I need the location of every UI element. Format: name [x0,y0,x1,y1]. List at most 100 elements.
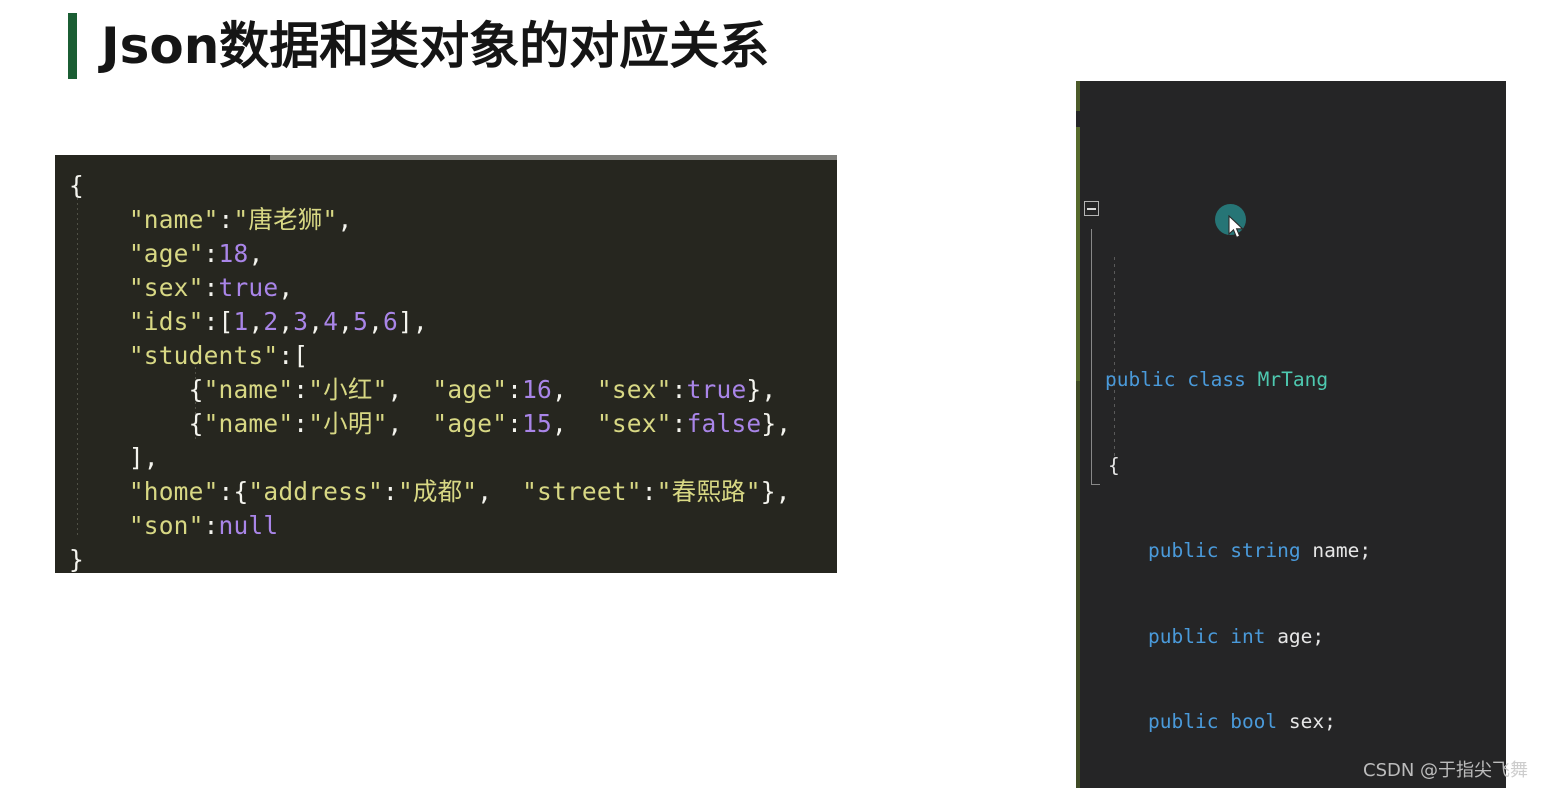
csdn-watermark: CSDN @于指尖飞舞 [1363,760,1529,781]
json-comma: , [338,307,354,336]
json-colon: : [278,341,294,370]
json-ids-item: 2 [263,307,279,336]
json-key-sex: "sex" [128,273,204,302]
json-colon: : [218,205,234,234]
indent-guide [1114,257,1115,457]
json-comma: , [387,375,433,404]
json-key-ids: "ids" [128,307,204,336]
json-value-sex: true [218,273,279,302]
field-name: sex [1288,710,1325,733]
json-colon: : [507,409,523,438]
json-comma: , [387,409,433,438]
json-ids-item: 4 [323,307,339,336]
json-key-address: "address" [248,477,383,506]
json-colon: : [293,375,309,404]
field-name: name [1312,539,1360,562]
json-code-panel: { "name":"唐老狮", "age":18, "sex":true, "i… [55,155,837,573]
json-value-name: "唐老狮" [233,205,338,234]
json-object-close: }, [761,409,792,438]
json-comma: , [248,307,264,336]
json-students-array-close: ], [128,443,159,472]
json-array-open: [ [293,341,309,370]
json-open-brace: { [69,171,84,200]
json-code-text: { "name":"唐老狮", "age":18, "sex":true, "i… [55,155,837,573]
json-key-home: "home" [128,477,219,506]
open-brace-line: { [1076,452,1506,481]
json-key-name: "name" [203,375,294,404]
json-value-age: 18 [218,239,249,268]
json-comma: , [278,273,294,302]
json-object-open: { [188,409,204,438]
json-ids-item: 3 [293,307,309,336]
mouse-pointer-icon [1228,215,1244,239]
keyword-public: public [1105,368,1176,391]
json-value-name: "小明" [308,409,388,438]
keyword-public: public [1148,710,1219,733]
json-value-sex: true [686,375,747,404]
field-type: int [1230,624,1266,648]
json-colon: : [671,375,687,404]
json-ids-item: 6 [383,307,398,336]
json-key-sex: "sex" [596,409,672,438]
class-declaration-line: public class MrTang [1076,366,1506,395]
keyword-class: class [1187,368,1246,391]
json-colon: : [203,307,219,336]
json-colon: : [203,273,219,302]
json-colon: : [203,511,219,540]
json-value-son: null [218,511,279,540]
json-colon: : [382,477,398,506]
json-key-name: "name" [203,409,294,438]
json-value-age: 15 [522,409,553,438]
semicolon: ; [1324,710,1336,733]
json-comma: , [337,205,353,234]
json-comma: , [308,307,324,336]
field-line: public int age; [1076,623,1506,652]
open-brace: { [1108,453,1120,477]
keyword-public: public [1148,624,1219,648]
field-type: string [1230,539,1301,562]
page-title-block: Json数据和类对象的对应关系 [68,12,769,80]
json-ids-item: 5 [353,307,369,336]
keyword-public: public [1148,539,1219,562]
json-object-open: { [188,375,204,404]
json-comma: , [552,409,597,438]
json-colon: : [641,477,657,506]
json-key-students: "students" [128,341,279,370]
class-name: MrTang [1257,368,1329,391]
json-value-age: 16 [522,375,553,404]
json-colon: : [671,409,687,438]
title-accent-bar [68,13,77,79]
csharp-code-panel: public class MrTang { public string name… [1076,81,1506,788]
json-key-age: "age" [432,375,508,404]
semicolon: ; [1312,624,1325,648]
json-value-name: "小红" [308,375,388,404]
json-comma: , [368,307,384,336]
csharp-code-text: public class MrTang { public string name… [1076,81,1506,788]
class-block-mrtang: public class MrTang { public string name… [1076,195,1506,788]
json-comma: , [552,375,597,404]
json-colon: : [203,239,219,268]
json-object-close: }, [760,477,791,506]
block-bracket [1091,229,1100,485]
json-object-close: }, [746,375,777,404]
json-comma: , [248,239,264,268]
json-key-sex: "sex" [596,375,672,404]
field-name: age [1277,624,1313,648]
json-key-name: "name" [128,205,219,234]
json-ids-item: 1 [233,307,249,336]
json-array-close: ], [397,307,428,336]
collapse-minus-icon[interactable] [1084,201,1099,216]
json-array-open: [ [218,307,234,336]
json-colon: : [293,409,309,438]
json-object-open: { [233,477,249,506]
json-comma: , [477,477,523,506]
json-value-sex: false [686,409,762,438]
json-close-brace: } [69,545,84,573]
json-key-age: "age" [432,409,508,438]
json-comma: , [278,307,294,336]
page-title: Json数据和类对象的对应关系 [101,17,770,75]
json-colon: : [507,375,523,404]
json-key-age: "age" [128,239,204,268]
field-line: public string name; [1076,537,1506,566]
field-type: bool [1230,710,1278,733]
